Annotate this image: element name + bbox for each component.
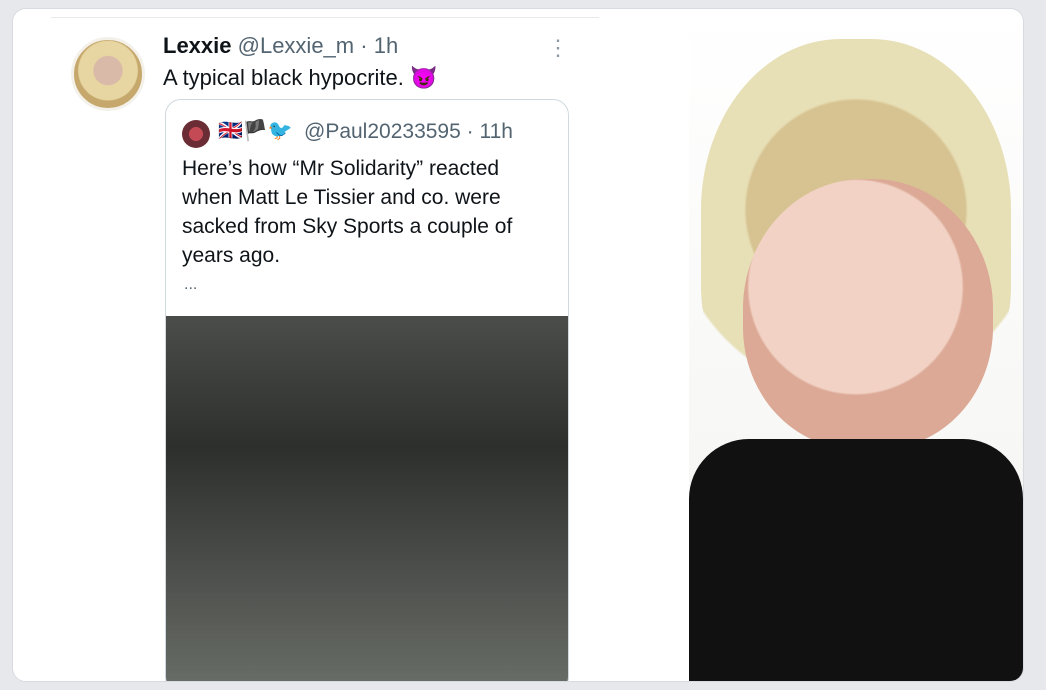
- quoted-author-avatar[interactable]: [182, 120, 210, 148]
- tweet-time[interactable]: 1h: [374, 33, 398, 58]
- tweet-header: Lexxie @Lexxie_m · 1h: [163, 33, 398, 59]
- tweet-text: A typical black hypocrite.: [163, 65, 404, 90]
- portrait-face: [743, 179, 993, 449]
- quoted-time[interactable]: 11h: [479, 120, 512, 143]
- quoted-author-handle[interactable]: @Paul20233595 · 11h: [304, 120, 513, 144]
- portrait-clothing: [689, 439, 1023, 681]
- divider: [51, 17, 599, 18]
- author-name[interactable]: Lexxie: [163, 33, 232, 58]
- screenshot-card: Lexxie @Lexxie_m · 1h ⋮ A typical black …: [12, 8, 1024, 682]
- quoted-video-thumbnail[interactable]: [166, 316, 568, 681]
- quoted-tweet[interactable]: 🇬🇧🏴🐦 @Paul20233595 · 11h Here’s how “Mr …: [165, 99, 569, 681]
- tweet-panel: Lexxie @Lexxie_m · 1h ⋮ A typical black …: [13, 9, 689, 681]
- quoted-ellipsis: ...: [184, 276, 198, 293]
- author-handle[interactable]: @Lexxie_m: [238, 33, 355, 58]
- quoted-tweet-text: Here’s how “Mr Solidarity” reacted when …: [182, 157, 513, 267]
- quoted-handle: @Paul20233595: [304, 120, 461, 143]
- separator: ·: [360, 33, 368, 58]
- author-avatar[interactable]: [71, 37, 145, 111]
- portrait-photo: [689, 9, 1023, 681]
- tweet-body: A typical black hypocrite. 😈: [163, 65, 437, 91]
- flag-emoji-icons: 🇬🇧🏴🐦: [218, 120, 293, 142]
- more-options-icon[interactable]: ⋮: [547, 35, 570, 61]
- quoted-separator: ·: [466, 120, 474, 143]
- devil-face-icon: 😈: [410, 65, 438, 90]
